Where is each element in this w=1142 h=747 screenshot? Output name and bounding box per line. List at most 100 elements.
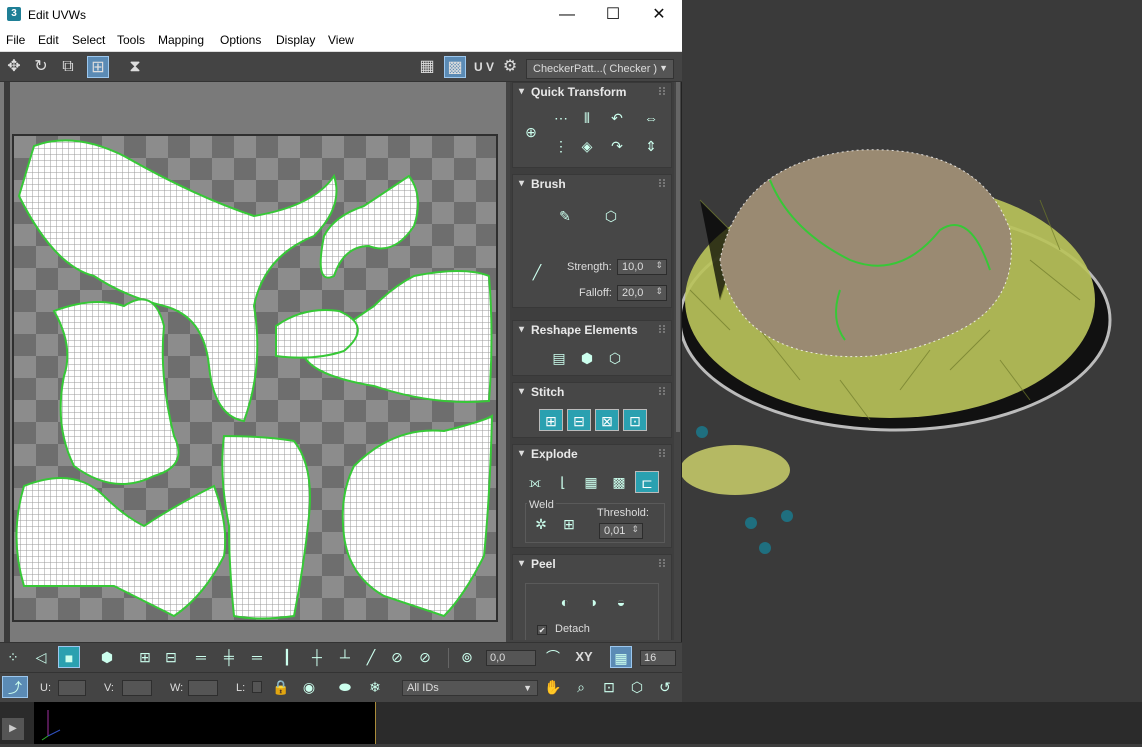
flatten-by-smoothing-icon[interactable]: ▩ <box>607 471 631 493</box>
panel-title-stitch[interactable]: Stitch <box>513 383 671 401</box>
checker-pattern-icon[interactable]: ▦ <box>416 56 438 78</box>
zoom-extents-icon[interactable]: ⬡ <box>626 676 648 698</box>
panel-title-brush[interactable]: Brush <box>513 175 671 193</box>
menu-file[interactable]: File <box>6 33 25 47</box>
pan-hand-icon[interactable]: ✋ <box>542 676 564 698</box>
unfold-icon[interactable]: ⬡ <box>603 347 627 369</box>
menu-view[interactable]: View <box>328 33 354 47</box>
panel-title-peel[interactable]: Peel <box>513 555 671 573</box>
flatten-by-material-icon[interactable]: ⊏ <box>635 471 659 493</box>
quick-peel-icon[interactable]: ◐ <box>553 591 577 613</box>
peel-mode-icon[interactable]: ◑ <box>581 591 605 613</box>
soft-select-icon[interactable]: ⊘ <box>414 646 436 668</box>
hide-icon[interactable]: ◉ <box>298 676 320 698</box>
texture-dropdown[interactable]: CheckerPatt...( Checker ) ▼ <box>526 59 674 79</box>
align-vertical-icon[interactable]: ⋮ <box>549 135 573 157</box>
ids-dropdown[interactable]: All IDs ▼ <box>402 680 538 696</box>
rotate-angle-field[interactable]: 0,0 <box>486 650 536 666</box>
zoom-region-icon[interactable]: ⊡ <box>598 676 620 698</box>
space-horizontal-icon[interactable]: ◈ <box>575 135 599 157</box>
align-left-right-icon[interactable]: ⇔ <box>639 107 663 129</box>
menu-options[interactable]: Options <box>220 33 261 47</box>
weld-target-icon[interactable]: ⊞ <box>557 513 581 535</box>
edge-mode-icon[interactable]: ◁ <box>30 646 52 668</box>
menu-edit[interactable]: Edit <box>38 33 59 47</box>
strength-spinner[interactable]: 10,0 <box>617 259 667 275</box>
menu-display[interactable]: Display <box>276 33 315 47</box>
menu-select[interactable]: Select <box>72 33 105 47</box>
rotate-ccw-icon[interactable]: ↶ <box>605 107 629 129</box>
scale-icon[interactable]: ⧉ <box>57 56 79 78</box>
uv-editor-viewport[interactable] <box>0 82 506 642</box>
flatten-by-polygon-icon[interactable]: ▦ <box>579 471 603 493</box>
panel-title-explode[interactable]: Explode <box>513 445 671 463</box>
falloff-curve-icon[interactable]: ⌒ <box>542 646 564 668</box>
relax-brush-icon[interactable]: ⬡ <box>599 205 623 227</box>
align-up-down-icon[interactable]: ⇕ <box>639 135 663 157</box>
panel-title-quick-transform[interactable]: Quick Transform <box>513 83 671 101</box>
break-icon[interactable]: ⟗ <box>523 471 547 493</box>
panel-title-reshape[interactable]: Reshape Elements <box>513 321 671 339</box>
w-field[interactable] <box>188 680 218 696</box>
point-to-point-icon[interactable]: ┼ <box>306 646 328 668</box>
brush-line-icon[interactable]: ╱ <box>525 261 549 283</box>
menu-tools[interactable]: Tools <box>117 33 145 47</box>
move-icon[interactable]: ✥ <box>3 56 25 78</box>
lock-icon[interactable]: 🔒 <box>270 676 292 698</box>
stitch-to-source-icon[interactable]: ⊟ <box>567 409 591 431</box>
weld-selected-icon[interactable]: ✲ <box>529 513 553 535</box>
l-checkbox[interactable] <box>252 681 262 693</box>
freeze-icon[interactable]: ⬬ <box>334 676 356 698</box>
grid-snap-icon[interactable]: ▦ <box>610 646 632 668</box>
tweak-brush-icon[interactable]: ⊘ <box>386 646 408 668</box>
edge-snap-icon[interactable]: ┴ <box>334 646 356 668</box>
stitch-average-icon[interactable]: ⊠ <box>595 409 619 431</box>
menu-mapping[interactable]: Mapping <box>158 33 204 47</box>
close-button[interactable]: ✕ <box>636 0 682 30</box>
minimize-button[interactable]: — <box>544 0 590 30</box>
freeform-icon[interactable]: ⊞ <box>87 56 109 78</box>
falloff-spinner[interactable]: 20,0 <box>617 285 667 301</box>
snowflake-icon[interactable]: ❄ <box>364 676 386 698</box>
rotate-icon[interactable]: ↻ <box>30 56 52 78</box>
arc-rotate-icon[interactable]: ↺ <box>654 676 676 698</box>
shrink-selection-icon[interactable]: ⊟ <box>160 646 182 668</box>
polygon-mode-icon[interactable]: ■ <box>58 646 80 668</box>
stitch-custom-icon[interactable]: ⊞ <box>539 409 563 431</box>
rotate-cw-icon[interactable]: ↷ <box>605 135 629 157</box>
uv-label[interactable]: U V <box>471 56 497 78</box>
rotation-snap-icon[interactable]: ⊚ <box>456 646 478 668</box>
pivot-icon[interactable]: ⊕ <box>519 121 543 143</box>
detach-checkbox[interactable]: ✔ <box>537 625 547 635</box>
vertex-mode-icon[interactable]: ⁘ <box>2 646 24 668</box>
reset-peel-icon[interactable]: ◒ <box>609 591 633 613</box>
play-icon[interactable]: ▶ <box>2 718 24 740</box>
paint-brush-icon[interactable]: ✎ <box>553 205 577 227</box>
xy-toggle[interactable]: XY <box>570 646 598 668</box>
edge-sel-icon[interactable]: ┃ <box>276 646 298 668</box>
u-field[interactable] <box>58 680 86 696</box>
absolute-mode-icon[interactable]: ⤴ <box>2 676 28 698</box>
straighten-icon[interactable]: ▤ <box>547 347 571 369</box>
v-field[interactable] <box>122 680 152 696</box>
mini-viewport[interactable] <box>34 702 376 744</box>
edge-loop-icon[interactable]: ═ <box>246 646 268 668</box>
threshold-spinner[interactable]: 0,01 <box>599 523 643 539</box>
detach-edges-icon[interactable]: ⌊ <box>551 471 575 493</box>
rollout-scrollbar[interactable] <box>676 82 680 432</box>
zoom-icon[interactable]: ⌕ <box>570 676 592 698</box>
relax-icon[interactable]: ⬢ <box>575 347 599 369</box>
element-mode-icon[interactable]: ⬢ <box>96 646 118 668</box>
align-horizontal-icon[interactable]: ⋯ <box>549 107 573 129</box>
mirror-icon[interactable]: ⧗ <box>124 56 146 78</box>
ring-select-icon[interactable]: ╪ <box>218 646 240 668</box>
grid-size-field[interactable]: 16 <box>640 650 676 666</box>
space-vertical-icon[interactable]: ⦀ <box>575 107 599 129</box>
grow-selection-icon[interactable]: ⊞ <box>134 646 156 668</box>
stitch-to-target-icon[interactable]: ⊡ <box>623 409 647 431</box>
uv-checker-frame[interactable] <box>12 134 498 622</box>
loop-select-icon[interactable]: ═ <box>190 646 212 668</box>
maximize-button[interactable]: ☐ <box>590 0 636 30</box>
paint-select-icon[interactable]: ╱ <box>360 646 382 668</box>
settings-icon[interactable]: ⚙ <box>499 56 521 78</box>
